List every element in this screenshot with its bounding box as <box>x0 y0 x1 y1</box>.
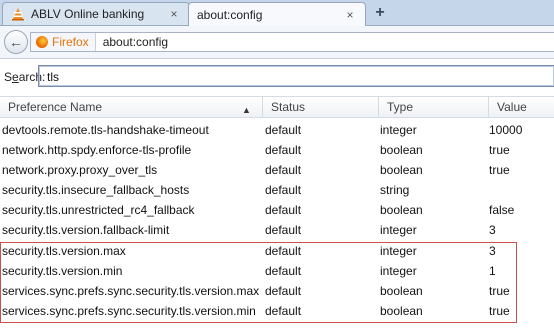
vlc-cone-icon <box>11 7 25 21</box>
search-row: Search: tls <box>0 59 554 95</box>
table-row[interactable]: network.proxy.proxy_over_tls default boo… <box>0 160 554 180</box>
column-header-type[interactable]: Type <box>378 97 488 117</box>
preference-type: integer <box>380 244 417 258</box>
preference-name: services.sync.prefs.sync.security.tls.ve… <box>2 284 260 298</box>
navigation-bar: ← Firefox about:config <box>0 26 554 59</box>
tab-title: ABLV Online banking <box>31 7 145 21</box>
url-text[interactable]: about:config <box>96 35 168 49</box>
preference-type: boolean <box>380 304 423 318</box>
table-row[interactable]: network.http.spdy.enforce-tls-profile de… <box>0 140 554 160</box>
firefox-icon <box>36 36 48 48</box>
preference-value: false <box>489 203 515 217</box>
preference-name: services.sync.prefs.sync.security.tls.ve… <box>2 304 256 318</box>
preference-name: security.tls.version.min <box>2 264 123 278</box>
table-row[interactable]: security.tls.version.max default integer… <box>0 241 554 261</box>
url-bar[interactable]: Firefox about:config <box>30 32 554 52</box>
preference-status: default <box>265 223 302 237</box>
preference-name: security.tls.version.max <box>2 244 126 258</box>
tab-title: about:config <box>197 7 263 22</box>
preference-type: integer <box>380 223 417 237</box>
column-header-status[interactable]: Status <box>262 97 378 117</box>
preference-type: boolean <box>380 203 423 217</box>
preference-status: default <box>265 123 302 137</box>
preference-status: default <box>265 143 302 157</box>
table-row[interactable]: security.tls.insecure_fallback_hosts def… <box>0 180 554 200</box>
preference-value: true <box>489 304 510 318</box>
preference-value: true <box>489 284 510 298</box>
preferences-table: Preference Name ▲ Status Type Value devt… <box>0 96 554 334</box>
preference-status: default <box>265 163 302 177</box>
preference-type: integer <box>380 123 417 137</box>
table-header: Preference Name ▲ Status Type Value <box>0 96 554 118</box>
table-row[interactable]: devtools.remote.tls-handshake-timeout de… <box>0 120 554 140</box>
table-row[interactable]: services.sync.prefs.sync.security.tls.ve… <box>0 281 554 301</box>
preference-type: string <box>380 183 410 197</box>
preference-status: default <box>265 183 302 197</box>
search-input[interactable]: tls <box>38 65 554 87</box>
preference-value: 10000 <box>489 123 523 137</box>
sort-ascending-icon: ▲ <box>242 105 251 115</box>
table-row[interactable]: services.sync.prefs.sync.security.tls.ve… <box>0 301 554 321</box>
close-tab-icon[interactable]: × <box>343 8 357 22</box>
back-button[interactable]: ← <box>4 30 28 54</box>
preference-value: true <box>489 143 510 157</box>
preference-name: network.http.spdy.enforce-tls-profile <box>2 143 192 157</box>
identity-label: Firefox <box>52 35 89 49</box>
preference-status: default <box>265 244 302 258</box>
table-row[interactable]: security.tls.version.min default integer… <box>0 261 554 281</box>
preference-type: boolean <box>380 143 423 157</box>
preference-value: 1 <box>489 264 496 278</box>
preference-type: boolean <box>380 284 423 298</box>
preference-name: security.tls.unrestricted_rc4_fallback <box>2 203 195 217</box>
preference-name: security.tls.insecure_fallback_hosts <box>2 183 190 197</box>
preference-value: 3 <box>489 223 496 237</box>
table-row[interactable]: security.tls.unrestricted_rc4_fallback d… <box>0 200 554 220</box>
preference-name: security.tls.version.fallback-limit <box>2 223 170 237</box>
column-header-preference-name[interactable]: Preference Name ▲ <box>0 97 262 117</box>
preference-status: default <box>265 264 302 278</box>
tab-ablv-online-banking[interactable]: ABLV Online banking × <box>2 2 190 25</box>
new-tab-button[interactable]: + <box>370 4 390 22</box>
preference-value: 3 <box>489 244 496 258</box>
preference-status: default <box>265 284 302 298</box>
identity-box[interactable]: Firefox <box>31 33 96 51</box>
preference-status: default <box>265 203 302 217</box>
preference-type: boolean <box>380 163 423 177</box>
preference-value: true <box>489 163 510 177</box>
tab-strip: ABLV Online banking × about:config × + <box>0 0 554 26</box>
preference-name: network.proxy.proxy_over_tls <box>2 163 158 177</box>
preference-status: default <box>265 304 302 318</box>
tab-about-config[interactable]: about:config × <box>188 2 366 26</box>
preference-type: integer <box>380 264 417 278</box>
column-header-value[interactable]: Value <box>488 97 554 117</box>
close-tab-icon[interactable]: × <box>167 7 181 21</box>
table-row[interactable]: security.tls.version.fallback-limit defa… <box>0 220 554 240</box>
preference-name: devtools.remote.tls-handshake-timeout <box>2 123 209 137</box>
